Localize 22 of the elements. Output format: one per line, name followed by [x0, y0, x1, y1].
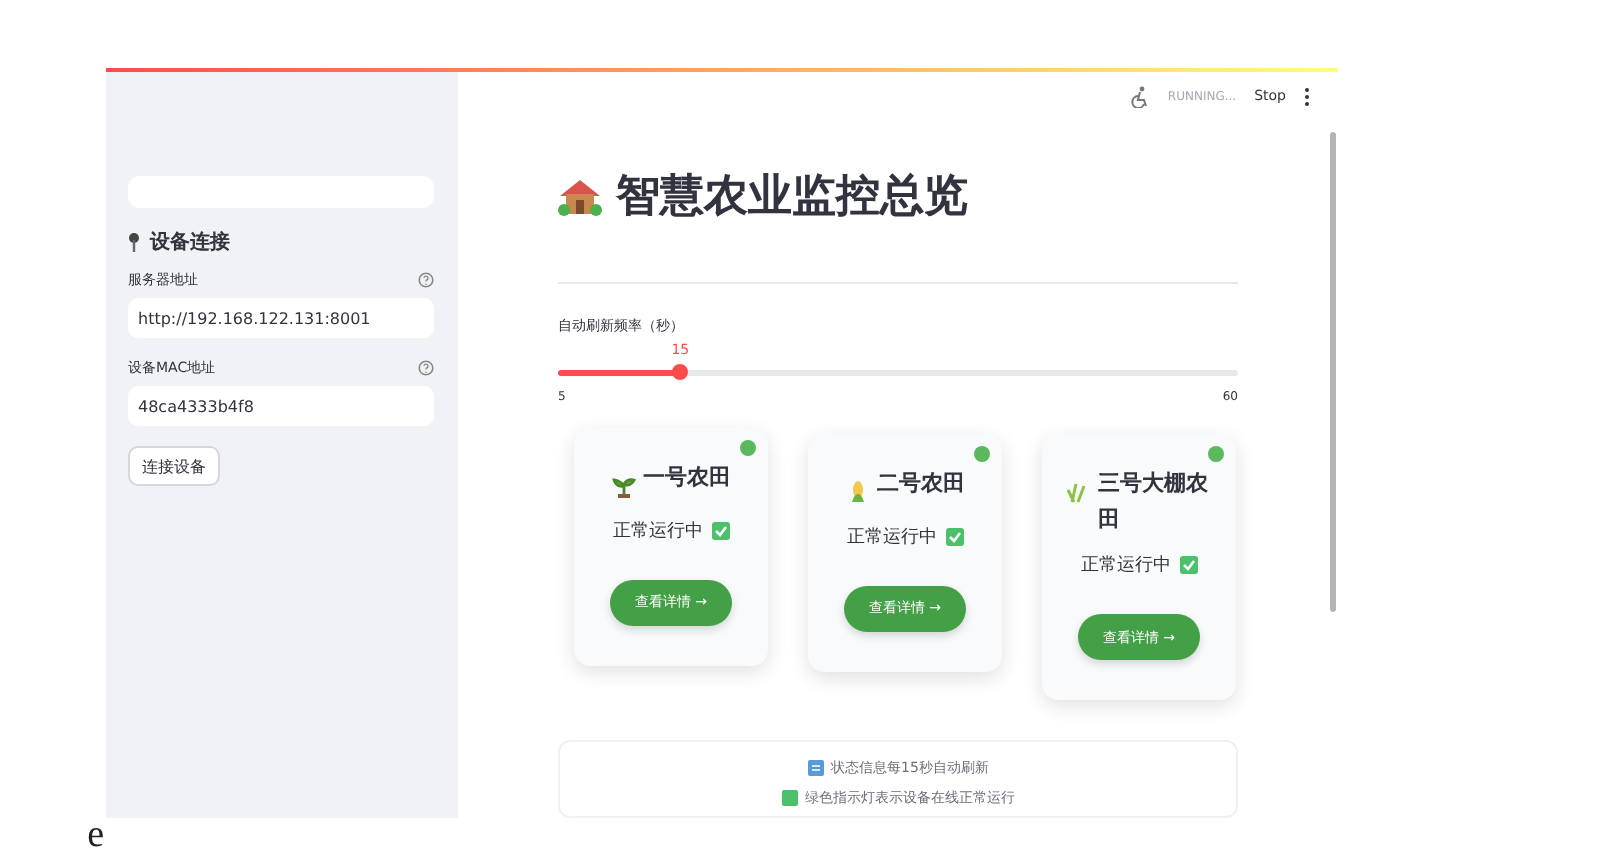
card-title: 三号大棚农田 — [1098, 467, 1210, 537]
sprout-icon — [611, 473, 635, 498]
grass-icon — [1066, 479, 1090, 504]
card-title: 二号农田 — [877, 467, 965, 500]
document-text: e — [87, 816, 104, 854]
help-icon[interactable] — [418, 272, 434, 288]
scrollbar[interactable] — [1330, 132, 1336, 612]
status-text: 正常运行中 — [847, 525, 937, 550]
page-title: 智慧农业监控总览 — [616, 169, 968, 226]
help-icon[interactable] — [418, 360, 434, 376]
document-icon — [807, 760, 824, 776]
card-title: 一号农田 — [643, 461, 731, 494]
text-field[interactable]: 48ca4333b4f8 — [128, 386, 434, 426]
slider-thumb[interactable] — [672, 363, 689, 380]
house-icon — [558, 175, 602, 216]
text-field[interactable]: http://192.168.122.131:8001 — [128, 298, 434, 338]
connect-button[interactable]: 连接设备 — [128, 446, 220, 486]
status-text: 正常运行中 — [1081, 553, 1171, 578]
menu-icon[interactable] — [1304, 87, 1310, 106]
status-text: 正常运行中 — [613, 519, 703, 544]
pin-icon — [128, 232, 140, 252]
section-title: 设备连接 — [150, 229, 230, 256]
